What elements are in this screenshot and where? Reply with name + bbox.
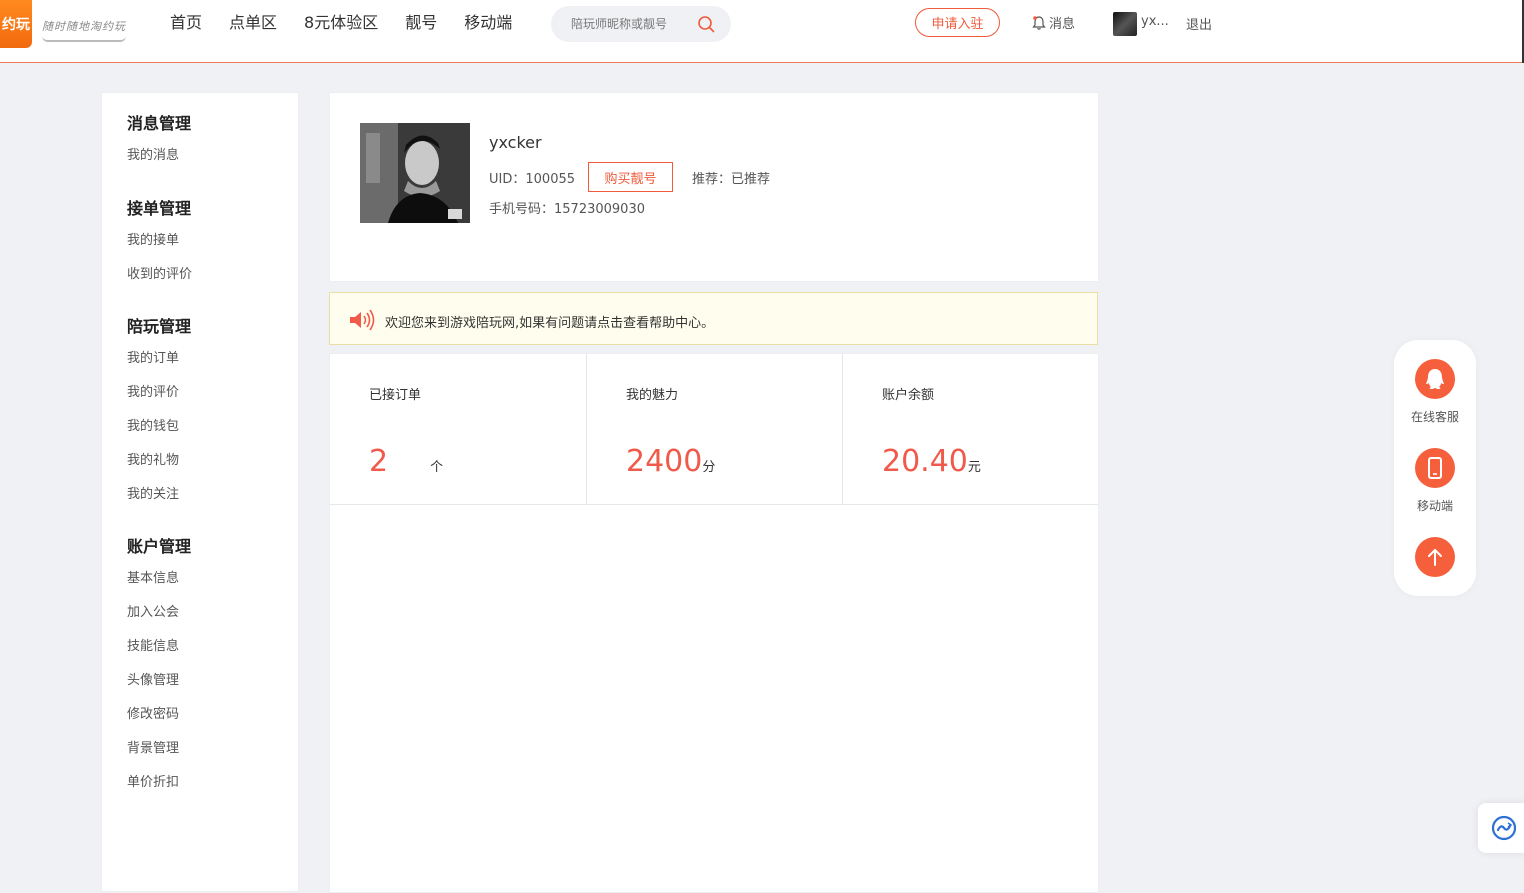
sidebar-item-join-guild[interactable]: 加入公会 — [127, 604, 191, 622]
sidebar-item-avatar-manage[interactable]: 头像管理 — [127, 672, 191, 690]
stat-charm: 我的魅力 2400分 — [586, 354, 842, 505]
stat-unit: 分 — [702, 460, 716, 475]
phone-icon — [1428, 457, 1442, 479]
stat-value: 2400分 — [626, 444, 715, 479]
sidebar-item-my-gifts[interactable]: 我的礼物 — [127, 452, 191, 470]
profile-phone: 手机号码：15723009030 — [489, 198, 645, 217]
recommend-status: 推荐：已推荐 — [692, 168, 770, 187]
sidebar-group-messages: 消息管理 我的消息 — [127, 113, 191, 165]
bell-icon — [1032, 15, 1046, 30]
site-logo[interactable]: 约玩 — [0, 0, 32, 48]
translate-widget[interactable] — [1478, 803, 1524, 853]
stat-number: 2400 — [626, 444, 703, 479]
nav-order-zone[interactable]: 点单区 — [229, 12, 277, 34]
buy-vanity-id-button[interactable]: 购买靓号 — [588, 162, 673, 192]
stat-label: 已接订单 — [369, 388, 422, 403]
user-name[interactable]: yx... — [1141, 14, 1169, 29]
stat-number: 2 — [369, 444, 389, 479]
recommend-label: 推荐： — [692, 172, 732, 187]
sidebar-group-title: 账户管理 — [127, 537, 192, 556]
stats-row: 已接订单 2个 我的魅力 2400分 账户余额 20.40元 — [330, 354, 1098, 505]
mobile-app-label[interactable]: 移动端 — [1394, 497, 1476, 514]
uid-value: 100055 — [525, 172, 576, 187]
online-service-label[interactable]: 在线客服 — [1394, 408, 1476, 425]
logout-link[interactable]: 退出 — [1186, 14, 1212, 33]
phone-label: 手机号码： — [489, 202, 555, 217]
nav-vanity-id[interactable]: 靓号 — [405, 12, 437, 34]
search-icon[interactable] — [697, 15, 715, 33]
speaker-icon — [350, 309, 375, 331]
sidebar-item-price-discount[interactable]: 单价折扣 — [127, 774, 191, 792]
back-to-top-button[interactable] — [1415, 537, 1455, 577]
notice-banner[interactable]: 欢迎您来到游戏陪玩网,如果有问题请点击查看帮助中心。 — [329, 292, 1098, 345]
online-service-button[interactable] — [1415, 359, 1455, 399]
sidebar-group-orders: 接单管理 我的接单 收到的评价 — [127, 198, 192, 284]
stat-unit: 元 — [967, 460, 981, 475]
phone-value: 15723009030 — [554, 202, 645, 217]
nav-trial-zone[interactable]: 8元体验区 — [304, 12, 378, 34]
mobile-app-button[interactable] — [1415, 448, 1455, 488]
translate-icon — [1491, 815, 1517, 841]
slogan-swoosh — [42, 36, 126, 42]
site-slogan: 随时随地淘约玩 — [42, 20, 126, 33]
stat-accepted-orders: 已接订单 2个 — [330, 354, 586, 505]
qq-icon — [1426, 369, 1444, 389]
sidebar-group-title: 消息管理 — [127, 114, 192, 133]
user-avatar[interactable] — [1113, 12, 1137, 36]
sidebar-item-basic-info[interactable]: 基本信息 — [127, 570, 191, 588]
nav-home[interactable]: 首页 — [170, 12, 202, 34]
sidebar-item-received-reviews[interactable]: 收到的评价 — [127, 266, 192, 284]
sidebar: 消息管理 我的消息 接单管理 我的接单 收到的评价 陪玩管理 我的订单 我的评价… — [101, 92, 299, 892]
nav-mobile[interactable]: 移动端 — [464, 12, 512, 34]
messages-label: 消息 — [1049, 17, 1076, 32]
stat-unit: 个 — [430, 460, 444, 475]
stat-balance: 账户余额 20.40元 — [842, 354, 1098, 505]
sidebar-item-background-manage[interactable]: 背景管理 — [127, 740, 191, 758]
floating-toolbar: 在线客服 移动端 — [1394, 340, 1476, 596]
sidebar-item-change-password[interactable]: 修改密码 — [127, 706, 191, 724]
profile-photo[interactable] — [360, 123, 470, 223]
sidebar-item-my-reviews[interactable]: 我的评价 — [127, 384, 191, 402]
search-input[interactable] — [571, 15, 691, 33]
apply-join-button[interactable]: 申请入驻 — [915, 8, 1000, 37]
recommend-value: 已推荐 — [731, 172, 771, 187]
portrait-image — [360, 123, 470, 223]
sidebar-item-my-accepted[interactable]: 我的接单 — [127, 232, 192, 250]
sidebar-item-skill-info[interactable]: 技能信息 — [127, 638, 191, 656]
stat-number: 20.40 — [882, 444, 968, 479]
profile-card: yxcker UID：100055 购买靓号 推荐：已推荐 手机号码：15723… — [329, 92, 1099, 282]
search-box — [551, 6, 731, 42]
main-nav: 首页 点单区 8元体验区 靓号 移动端 — [170, 12, 512, 34]
stat-value: 2个 — [369, 444, 443, 479]
stat-label: 我的魅力 — [626, 388, 679, 403]
sidebar-group-title: 接单管理 — [127, 199, 192, 218]
sidebar-item-my-follows[interactable]: 我的关注 — [127, 486, 191, 504]
sidebar-item-my-messages[interactable]: 我的消息 — [127, 147, 191, 165]
notice-text: 欢迎您来到游戏陪玩网,如果有问题请点击查看帮助中心。 — [385, 316, 715, 331]
uid-label: UID： — [489, 172, 526, 187]
stat-value: 20.40元 — [882, 444, 981, 479]
sidebar-item-my-orders[interactable]: 我的订单 — [127, 350, 191, 368]
sidebar-item-my-wallet[interactable]: 我的钱包 — [127, 418, 191, 436]
arrow-up-icon — [1428, 549, 1442, 566]
sidebar-group-companion: 陪玩管理 我的订单 我的评价 我的钱包 我的礼物 我的关注 — [127, 316, 191, 504]
profile-uid: UID：100055 — [489, 168, 575, 187]
top-header: 约玩 随时随地淘约玩 首页 点单区 8元体验区 靓号 移动端 申请入驻 消息 y… — [0, 0, 1524, 63]
profile-username: yxcker — [489, 133, 542, 152]
stats-panel: 已接订单 2个 我的魅力 2400分 账户余额 20.40元 — [329, 353, 1099, 893]
messages-link[interactable]: 消息 — [1031, 13, 1075, 32]
sidebar-group-account: 账户管理 基本信息 加入公会 技能信息 头像管理 修改密码 背景管理 单价折扣 — [127, 536, 191, 792]
stat-label: 账户余额 — [882, 388, 935, 403]
sidebar-group-title: 陪玩管理 — [127, 317, 192, 336]
